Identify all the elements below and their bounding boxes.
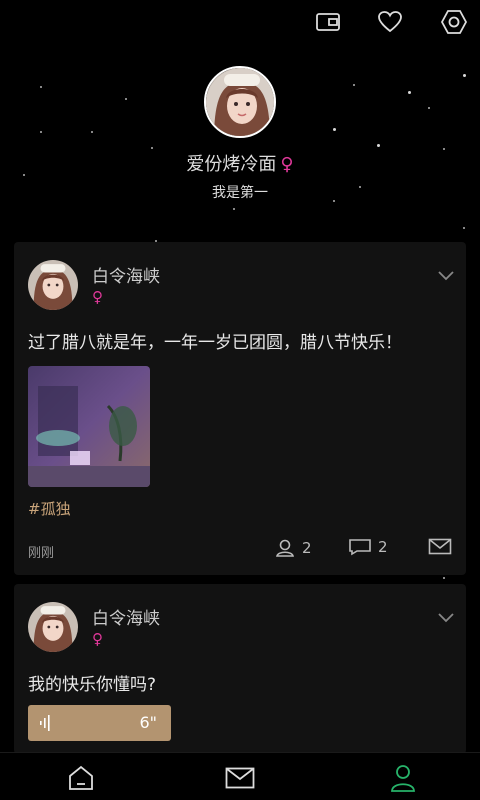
audio-wave-icon	[40, 715, 50, 731]
profile-signature: 我是第一	[212, 185, 268, 201]
home-icon	[69, 765, 93, 790]
like-button[interactable]: 2	[274, 538, 312, 558]
like-count: 2	[302, 539, 312, 557]
post-author-name[interactable]: 白令海峡	[92, 262, 160, 287]
post-time: 刚刚	[28, 546, 55, 561]
profile-name-text: 爱份烤冷面	[186, 154, 277, 175]
post-image[interactable]	[28, 366, 150, 487]
post-card: 白令海峡 ♀ 我的快乐你懂吗? 6"	[14, 584, 466, 754]
post-author-name[interactable]: 白令海峡	[92, 604, 160, 629]
audio-duration: 6"	[139, 713, 157, 732]
heart-icon[interactable]	[376, 8, 404, 36]
wallet-icon[interactable]	[314, 8, 342, 36]
comment-icon	[349, 539, 371, 556]
nav-profile[interactable]	[386, 763, 420, 793]
comment-button[interactable]: 2	[348, 538, 388, 556]
message-button[interactable]	[428, 538, 452, 555]
bottom-nav	[0, 752, 480, 800]
user-like-icon	[276, 539, 294, 557]
top-bar	[0, 0, 480, 44]
nav-messages[interactable]	[223, 763, 257, 793]
settings-icon[interactable]	[440, 8, 468, 36]
post-card: 白令海峡 ♀ 过了腊八就是年，一年一岁已团圆，腊八节快乐！ #孤独 刚刚 2 2	[14, 242, 466, 575]
user-icon	[391, 765, 415, 792]
female-icon: ♀	[92, 288, 103, 306]
mail-icon	[428, 538, 452, 555]
post-text: 过了腊八就是年，一年一岁已团圆，腊八节快乐！	[28, 333, 402, 353]
voice-message-player[interactable]: 6"	[28, 705, 171, 741]
post-tag[interactable]: #孤独	[28, 498, 71, 519]
profile-name: 爱份烤冷面 ♀	[0, 150, 480, 176]
post-author-avatar[interactable]	[28, 260, 78, 310]
chevron-down-icon[interactable]	[438, 266, 454, 285]
post-text: 我的快乐你懂吗?	[28, 675, 157, 695]
nav-home[interactable]	[64, 763, 98, 793]
post-author-avatar[interactable]	[28, 602, 78, 652]
profile-header: 爱份烤冷面 ♀ 我是第一	[0, 66, 480, 202]
profile-avatar[interactable]	[204, 66, 276, 138]
female-icon: ♀	[280, 154, 294, 175]
chevron-down-icon[interactable]	[438, 608, 454, 627]
comment-count: 2	[378, 538, 388, 556]
female-icon: ♀	[92, 630, 103, 648]
mail-icon	[225, 767, 255, 789]
